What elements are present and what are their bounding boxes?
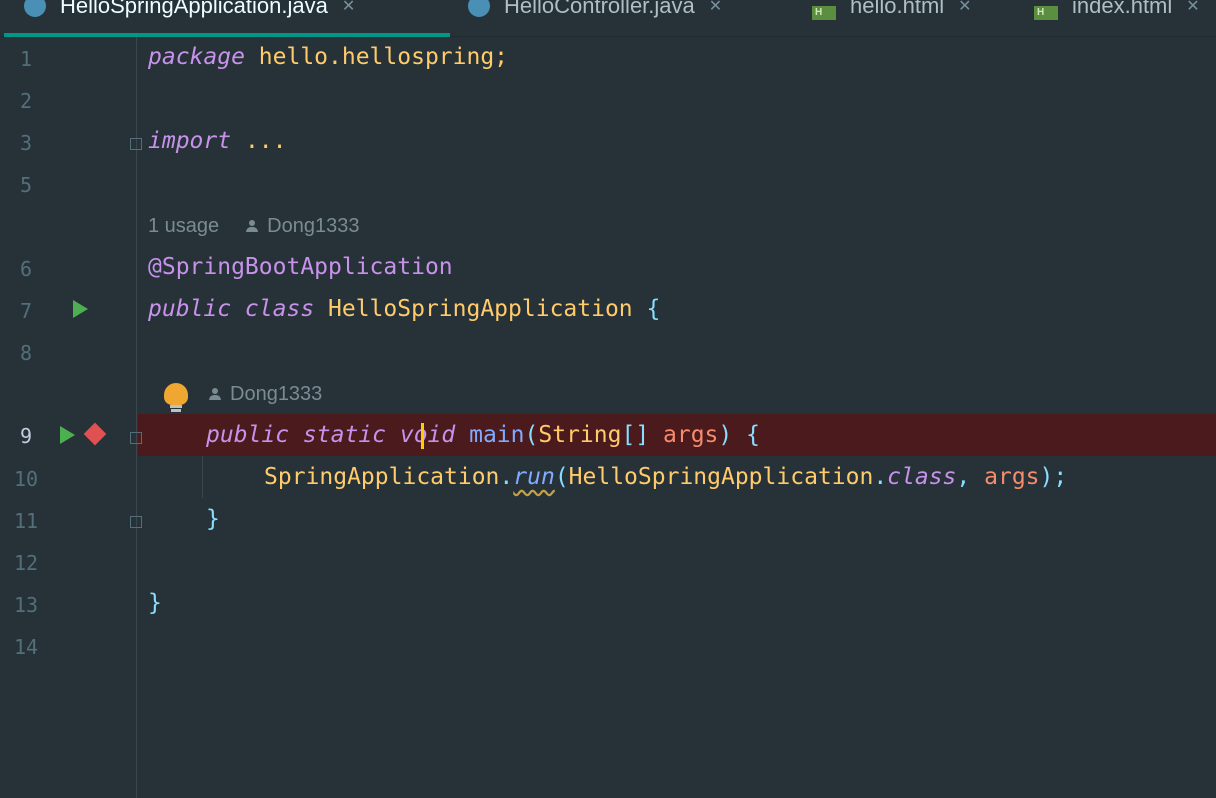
fold-method-end-icon[interactable]: [130, 516, 142, 528]
tab-hello-html[interactable]: H hello.html ✕: [812, 0, 972, 26]
paren-semicolon: );: [1039, 464, 1068, 490]
run-main-icon[interactable]: [60, 426, 75, 444]
paren: (: [524, 422, 539, 448]
package-name: hello.hellospring;: [244, 44, 509, 70]
run-class-icon[interactable]: [73, 300, 88, 318]
method-name: run: [513, 464, 555, 490]
text-caret: [421, 423, 424, 449]
keyword: class: [887, 464, 957, 490]
tab-hello-spring-application[interactable]: HelloSpringApplication.java ✕: [24, 0, 355, 26]
person-icon: [208, 387, 222, 401]
parameter: args: [649, 422, 719, 448]
author-name[interactable]: Dong1333: [267, 205, 359, 247]
close-icon[interactable]: ✕: [342, 0, 355, 16]
tab-label: HelloSpringApplication.java: [60, 0, 328, 18]
type-name: String: [538, 422, 622, 448]
tab-index-html[interactable]: H index.html ✕: [1034, 0, 1200, 26]
brace: {: [632, 296, 661, 322]
person-icon: [245, 219, 259, 233]
code-line-1[interactable]: package hello.hellospring;: [148, 36, 508, 78]
paren: (: [554, 464, 569, 490]
line-number[interactable]: 5: [0, 164, 52, 206]
breakpoint-icon[interactable]: [83, 422, 107, 446]
method-name: main: [455, 422, 525, 448]
gutter-separator: [136, 37, 137, 798]
line-number[interactable]: 3: [0, 122, 52, 164]
line-number[interactable]: 7: [0, 290, 52, 332]
parameter: args: [984, 464, 1040, 490]
class-name: SpringApplication: [264, 464, 500, 490]
keyword: public class: [148, 296, 315, 322]
inlay-hint-usages[interactable]: 1 usage Dong1333: [148, 205, 359, 247]
code-line-11[interactable]: }: [206, 498, 220, 540]
paren-brace: ) {: [718, 422, 760, 448]
close-icon[interactable]: ✕: [1186, 0, 1199, 16]
line-number[interactable]: 12: [0, 542, 52, 584]
folded-imports[interactable]: ...: [231, 128, 287, 154]
fold-method-start-icon[interactable]: [130, 432, 142, 444]
html-file-icon: H: [1034, 6, 1058, 20]
code-line-9[interactable]: public static void main(String[] args) {: [206, 414, 760, 456]
line-number[interactable]: 13: [0, 584, 52, 626]
array-brackets: []: [621, 422, 650, 448]
class-name: HelloSpringApplication: [568, 464, 874, 490]
line-number[interactable]: 10: [0, 458, 52, 500]
html-file-icon: H: [812, 6, 836, 20]
line-number[interactable]: 6: [0, 248, 52, 290]
code-line-6[interactable]: @SpringBootApplication: [148, 246, 453, 288]
line-number[interactable]: 2: [0, 80, 52, 122]
lightbulb-icon[interactable]: [164, 383, 188, 413]
comma: ,: [956, 464, 985, 490]
class-name: HelloSpringApplication: [314, 296, 633, 322]
line-number[interactable]: 14: [0, 626, 52, 668]
keyword: import: [148, 128, 232, 154]
line-number[interactable]: 11: [0, 500, 52, 542]
tab-hello-controller[interactable]: HelloController.java ✕: [468, 0, 722, 26]
close-icon[interactable]: ✕: [709, 0, 722, 16]
code-line-7[interactable]: public class HelloSpringApplication {: [148, 288, 660, 330]
code-line-10[interactable]: SpringApplication.run(HelloSpringApplica…: [264, 456, 1067, 498]
editor-tab-bar: HelloSpringApplication.java ✕ HelloContr…: [0, 0, 1216, 37]
brace: }: [148, 590, 162, 616]
line-number[interactable]: 1: [0, 38, 52, 80]
code-line-3[interactable]: import ...: [148, 120, 286, 162]
dot: .: [873, 464, 888, 490]
close-icon[interactable]: ✕: [958, 0, 971, 16]
java-class-icon: [468, 0, 490, 17]
fold-imports-icon[interactable]: [130, 138, 142, 150]
inlay-hint-author[interactable]: Dong1333: [208, 373, 322, 415]
author-name[interactable]: Dong1333: [230, 373, 322, 415]
line-number[interactable]: 8: [0, 332, 52, 374]
indent-guide: [202, 456, 203, 498]
keyword: public static: [206, 422, 387, 448]
tab-label: HelloController.java: [504, 0, 695, 18]
code-line-13[interactable]: }: [148, 582, 162, 624]
java-class-icon: [24, 0, 46, 17]
usage-count[interactable]: 1 usage: [148, 205, 219, 247]
annotation: @SpringBootApplication: [148, 254, 453, 280]
tab-label: hello.html: [850, 0, 945, 18]
brace: }: [206, 506, 220, 532]
tab-label: index.html: [1072, 0, 1173, 18]
keyword: package: [148, 44, 245, 70]
dot: .: [499, 464, 514, 490]
line-number-current[interactable]: 9: [0, 415, 52, 457]
